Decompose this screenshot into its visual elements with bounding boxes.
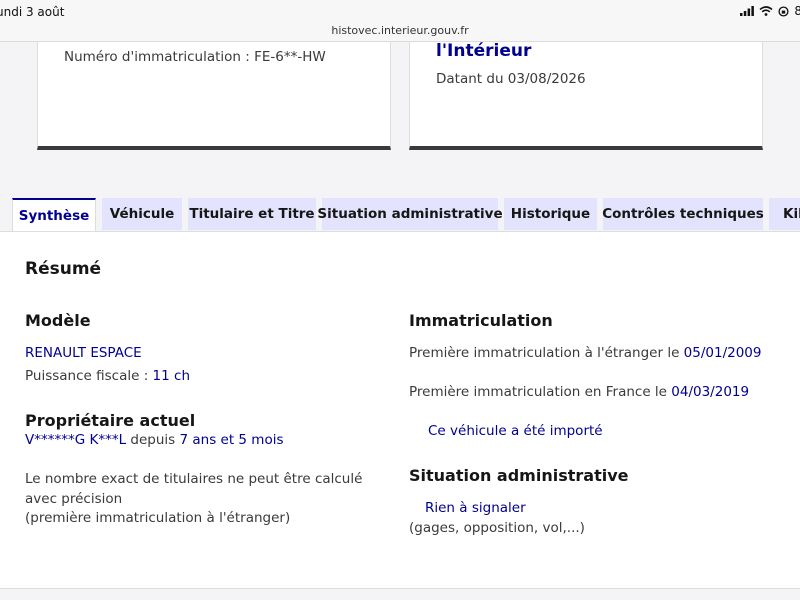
tab-situation-administrative[interactable]: Situation administrative	[317, 198, 503, 230]
owner-name: V******G K***L	[25, 432, 127, 448]
summary-panel: Résumé Modèle RENAULT ESPACE Puissance f…	[0, 231, 800, 589]
summary-heading: Résumé	[25, 259, 102, 279]
registration-heading: Immatriculation	[409, 311, 553, 330]
tab-kilometrage[interactable]: Kilo	[769, 198, 800, 230]
plate-number: Numéro d'immatriculation : FE-6**-HW	[64, 49, 326, 65]
owners-count-note-reason: (première immatriculation à l'étranger)	[25, 510, 291, 526]
fiscal-power-label: Puissance fiscale :	[25, 368, 153, 384]
fiscal-power: Puissance fiscale : 11 ch	[25, 368, 190, 384]
battery-percent: 8:	[794, 4, 800, 18]
model-name: RENAULT ESPACE	[25, 345, 142, 361]
foreign-registration: Première immatriculation à l'étranger le…	[409, 345, 761, 361]
url-text[interactable]: histovec.interieur.gouv.fr	[0, 24, 800, 37]
certificate-issuer: l'Intérieur	[436, 41, 532, 61]
certificate-card: l'Intérieur Datant du 03/08/2026	[409, 41, 763, 150]
orientation-lock-icon	[778, 5, 789, 17]
status-icons: 8:	[740, 4, 800, 18]
tab-titulaire-titre[interactable]: Titulaire et Titre	[188, 198, 316, 230]
owner-line: V******G K***L depuis 7 ans et 5 mois	[25, 432, 284, 448]
admin-status-heading: Situation administrative	[409, 466, 629, 485]
certificate-date: Datant du 03/08/2026	[436, 71, 586, 87]
owner-duration: 7 ans et 5 mois	[179, 432, 284, 448]
tab-vehicule[interactable]: Véhicule	[102, 198, 182, 230]
admin-status-link[interactable]: Rien à signaler	[425, 500, 526, 516]
france-registration-label: Première immatriculation en France le	[409, 384, 672, 400]
tab-controles-techniques[interactable]: Contrôles techniques	[602, 198, 764, 230]
plate-card: Numéro d'immatriculation : FE-6**-HW	[37, 42, 391, 150]
tab-historique[interactable]: Historique	[504, 198, 597, 230]
foreign-registration-date: 05/01/2009	[683, 345, 762, 361]
france-registration: Première immatriculation en France le 04…	[409, 384, 749, 400]
fiscal-power-value: 11 ch	[152, 368, 190, 384]
owner-since-label: depuis	[126, 432, 180, 448]
owner-heading: Propriétaire actuel	[25, 411, 196, 430]
france-registration-date: 04/03/2019	[671, 384, 750, 400]
page-top-area: Numéro d'immatriculation : FE-6**-HW l'I…	[0, 41, 800, 198]
tab-synthese[interactable]: Synthèse	[12, 198, 96, 232]
foreign-registration-label: Première immatriculation à l'étranger le	[409, 345, 684, 361]
owners-count-note: Le nombre exact de titulaires ne peut êt…	[25, 471, 363, 507]
imported-vehicle-link[interactable]: Ce véhicule a été importé	[428, 423, 603, 439]
admin-status-details: (gages, opposition, vol,...)	[409, 520, 585, 536]
status-bar: undi 3 août 8:	[0, 0, 800, 22]
model-heading: Modèle	[25, 311, 91, 330]
report-tabs: Synthèse Véhicule Titulaire et Titre Sit…	[0, 198, 800, 232]
signal-icon	[740, 6, 755, 16]
status-date: undi 3 août	[0, 5, 65, 19]
wifi-icon	[759, 6, 773, 16]
bottom-band	[0, 590, 800, 600]
browser-url-bar[interactable]: histovec.interieur.gouv.fr	[0, 22, 800, 42]
